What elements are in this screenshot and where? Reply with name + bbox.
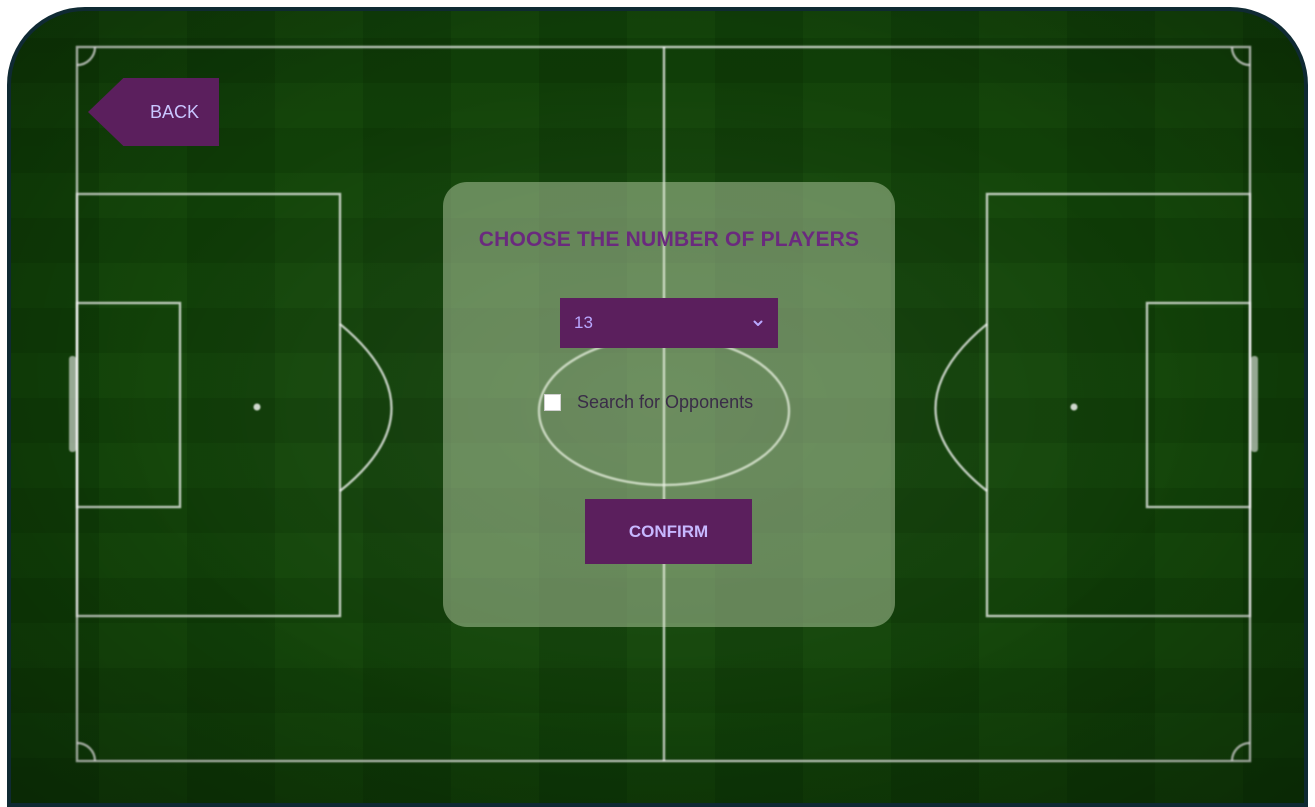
left-goal-area: [75, 301, 182, 509]
right-penalty-spot: [1070, 403, 1078, 411]
player-count-select[interactable]: 13: [560, 298, 778, 348]
player-count-value: 13: [574, 313, 593, 332]
left-penalty-arc: [339, 323, 393, 492]
search-opponents-checkbox[interactable]: [544, 394, 561, 411]
corner-arc-bottom-right: [1230, 741, 1251, 762]
right-penalty-area: [985, 192, 1252, 618]
left-penalty-spot: [253, 403, 261, 411]
game-screen: BACK CHOOSE THE NUMBER OF PLAYERS 13 Sea…: [7, 7, 1308, 807]
corner-arc-top-right: [1230, 46, 1251, 67]
right-penalty-arc: [934, 323, 988, 492]
player-count-panel: CHOOSE THE NUMBER OF PLAYERS 13 Search f…: [443, 182, 895, 627]
confirm-button[interactable]: CONFIRM: [585, 499, 752, 564]
search-opponents-label[interactable]: Search for Opponents: [577, 392, 753, 413]
left-penalty-area: [75, 192, 342, 618]
right-goal-area: [1145, 301, 1252, 509]
confirm-button-label: CONFIRM: [628, 521, 709, 541]
panel-title: CHOOSE THE NUMBER OF PLAYERS: [478, 228, 860, 251]
search-opponents-option[interactable]: Search for Opponents: [544, 392, 753, 413]
corner-arc-bottom-left: [76, 741, 97, 762]
left-goal: [69, 356, 76, 452]
right-goal: [1251, 356, 1258, 452]
chevron-down-icon: [752, 317, 764, 329]
back-button-label: BACK: [149, 101, 199, 122]
corner-arc-top-left: [76, 46, 97, 67]
